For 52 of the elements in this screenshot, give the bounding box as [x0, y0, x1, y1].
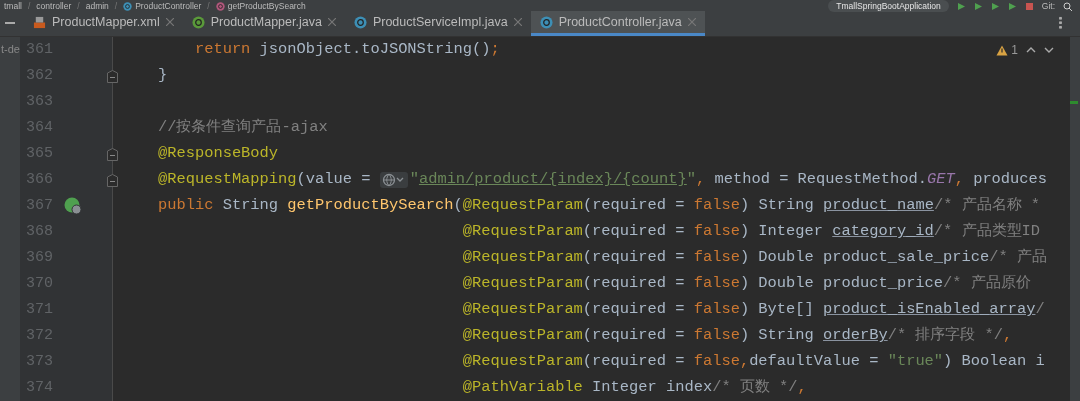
project-tree-text: t-de	[0, 42, 20, 57]
editor-tab[interactable]: ProductController.java	[530, 11, 705, 36]
run-gutter-icon[interactable]	[64, 197, 82, 215]
warning-count: 1	[1011, 42, 1018, 59]
code-text: @RequestParam(required = false) Double product_sale_price/* 产品	[462, 247, 1047, 269]
code-text: public String getProductBySearch(@RequestParam(required = false) String product_name/* 产品名称 *	[158, 195, 1041, 217]
change-marker	[1070, 101, 1078, 104]
method-icon	[215, 1, 225, 11]
interface-icon	[191, 15, 205, 29]
class-icon	[353, 15, 367, 29]
code-text: "admin/product/{index}/{count}", method = RequestMethod.GET, produces	[409, 169, 1048, 191]
breadcrumb-item[interactable]: admin	[85, 0, 109, 12]
breadcrumb-item[interactable]: controller	[36, 0, 72, 12]
code-text: return jsonObject.toJSONString();	[194, 39, 500, 61]
code-text: @ResponseBody	[158, 143, 279, 165]
editor-tab[interactable]: ProductServiceImpl.java	[344, 11, 531, 36]
editor-tab[interactable]: ProductMapper.java	[182, 11, 345, 36]
close-icon[interactable]	[327, 18, 336, 26]
close-icon[interactable]	[165, 18, 174, 26]
code-text: @PathVariable Integer index/* 页数 */,	[462, 377, 807, 399]
class-icon	[123, 1, 133, 11]
breadcrumb-separator: /	[207, 0, 210, 12]
vcs-label: Git:	[1041, 0, 1055, 12]
previous-icon[interactable]	[1026, 46, 1036, 54]
more-icon[interactable]	[1059, 16, 1062, 29]
run-config-dropdown[interactable]: TmallSpringBootApplication	[828, 0, 949, 12]
close-icon[interactable]	[513, 18, 522, 26]
code-text: }	[158, 65, 168, 87]
code-text: @RequestMapping(value =	[158, 169, 372, 191]
stop-icon[interactable]	[1024, 1, 1034, 11]
breadcrumb-item[interactable]: getProductBySearch	[227, 0, 306, 12]
breadcrumb-item[interactable]: ProductController	[135, 0, 202, 12]
breadcrumb-item[interactable]: tmall	[4, 0, 22, 12]
fold-icon[interactable]	[107, 147, 118, 161]
breadcrumb-separator: /	[27, 0, 31, 12]
code-text: @RequestParam(required = false) Byte[] product_isEnabled_array/	[462, 299, 1045, 321]
globe-icon[interactable]	[379, 172, 408, 188]
class-icon	[539, 15, 553, 29]
fold-icon[interactable]	[107, 173, 118, 187]
code-text: @RequestParam(required = false,defaultValue = "true") Boolean i	[462, 351, 1045, 373]
editor-tab[interactable]: ProductMapper.xml	[24, 11, 183, 36]
search-icon[interactable]	[1063, 1, 1072, 11]
fold-icon[interactable]	[107, 69, 118, 83]
code-text: @RequestParam(required = false) String orderBy/* 排序字段 */,	[462, 325, 1013, 347]
breadcrumb-separator: /	[114, 0, 118, 12]
breadcrumb-separator: /	[77, 0, 80, 12]
xml-file-icon	[33, 15, 46, 29]
code-text: @RequestParam(required = false) Double product_price/* 产品原价	[462, 273, 1031, 295]
code-text: //按条件查询产品-ajax	[158, 117, 328, 139]
warning-icon[interactable]	[996, 44, 1009, 56]
code-text: @RequestParam(required = false) Integer category_id/* 产品类型ID	[462, 221, 1041, 243]
next-icon[interactable]	[1044, 46, 1054, 54]
